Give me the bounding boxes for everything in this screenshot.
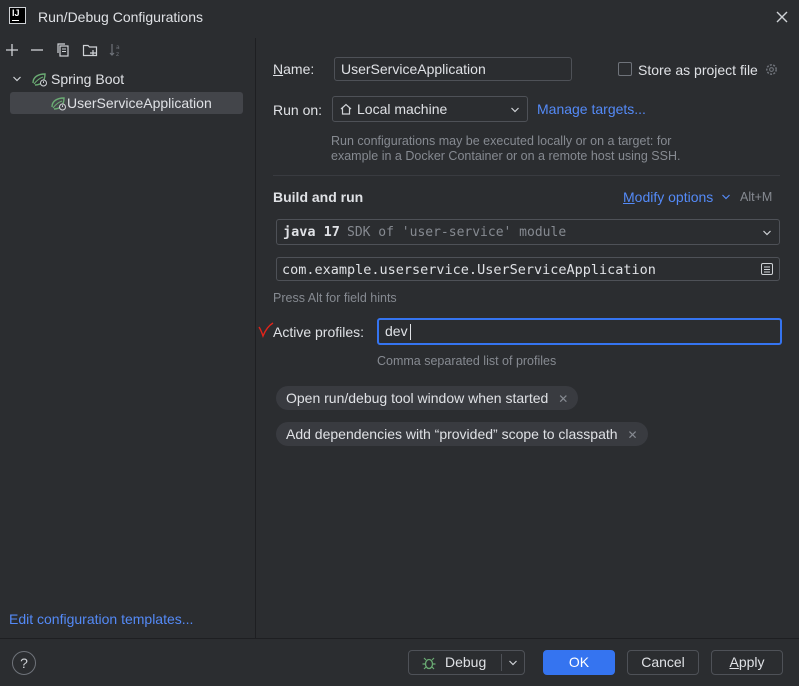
modify-options-link[interactable]: Modify options (623, 189, 713, 205)
tree-item-userserviceapplication[interactable]: UserServiceApplication (67, 92, 212, 114)
edit-configuration-templates-link[interactable]: Edit configuration templates... (9, 611, 193, 627)
cancel-button[interactable]: Cancel (627, 650, 699, 675)
new-folder-icon[interactable] (81, 42, 99, 58)
chip-label: Open run/debug tool window when started (286, 390, 549, 406)
debug-label: Debug (445, 654, 487, 670)
run-on-label: Run on: (273, 102, 323, 118)
chevron-down-icon[interactable] (721, 192, 731, 202)
ok-button[interactable]: OK (543, 650, 615, 675)
home-icon (340, 103, 352, 115)
jdk-dropdown[interactable]: java 17 SDK of 'user-service' module (276, 219, 780, 245)
debug-split-button[interactable]: Debug (408, 650, 525, 675)
text-cursor (410, 324, 411, 340)
option-chip-open-tool-window[interactable]: Open run/debug tool window when started ✕ (276, 386, 579, 410)
spring-boot-config-icon (51, 97, 66, 111)
split-divider (501, 654, 502, 671)
modify-options-shortcut: Alt+M (740, 190, 773, 204)
intellij-app-icon: IJ (9, 7, 26, 24)
main-class-value: com.example.userservice.UserServiceAppli… (282, 262, 656, 278)
remove-chip-icon[interactable]: ✕ (558, 392, 568, 406)
jdk-description: SDK of 'user-service' module (347, 225, 567, 240)
gear-icon[interactable] (764, 62, 779, 77)
build-and-run-title: Build and run (273, 189, 364, 205)
name-input[interactable]: UserServiceApplication (334, 57, 572, 81)
run-on-hint-line2: example in a Docker Container or on a re… (331, 149, 681, 163)
help-button[interactable]: ? (12, 651, 36, 675)
manage-targets-link[interactable]: Manage targets... (537, 101, 646, 117)
red-checkmark-annotation-icon (258, 322, 274, 338)
apply-button[interactable]: Apply (711, 650, 783, 675)
chip-label: Add dependencies with “provided” scope t… (286, 426, 618, 442)
active-profiles-hint: Comma separated list of profiles (377, 354, 557, 368)
sort-icon[interactable]: a z (107, 42, 125, 58)
active-profiles-label: Active profiles: (273, 324, 365, 340)
app-icon-text: IJ (12, 8, 20, 18)
option-chip-provided-scope[interactable]: Add dependencies with “provided” scope t… (276, 422, 648, 446)
store-as-project-file-checkbox[interactable] (618, 62, 632, 76)
svg-text:z: z (116, 51, 119, 58)
run-on-hint-line1: Run configurations may be executed local… (331, 134, 672, 148)
field-hints-text: Press Alt for field hints (273, 291, 397, 305)
close-icon[interactable] (774, 9, 790, 25)
active-profiles-input[interactable]: dev (377, 318, 782, 345)
window-title: Run/Debug Configurations (38, 9, 203, 25)
name-label: Name: (273, 61, 315, 77)
footer-separator (0, 638, 799, 639)
svg-text:a: a (116, 44, 120, 51)
remove-icon[interactable] (28, 42, 46, 58)
browse-class-icon[interactable] (760, 262, 774, 276)
bug-icon (422, 657, 436, 670)
chevron-down-icon (763, 230, 771, 236)
add-icon[interactable] (3, 42, 21, 58)
jdk-version: java 17 (283, 224, 340, 240)
title-bar: IJ Run/Debug Configurations (0, 0, 799, 34)
separator (273, 175, 780, 176)
copy-icon[interactable] (54, 42, 72, 58)
chevron-down-icon (511, 107, 519, 113)
remove-chip-icon[interactable]: ✕ (628, 428, 638, 442)
chevron-down-icon[interactable] (12, 74, 22, 84)
main-class-field[interactable]: com.example.userservice.UserServiceAppli… (276, 257, 780, 281)
tree-group-spring-boot[interactable]: Spring Boot (51, 68, 124, 90)
chevron-down-icon[interactable] (508, 658, 518, 668)
configurations-tree-panel (0, 38, 256, 638)
store-as-project-file-label[interactable]: Store as project file (638, 62, 758, 78)
active-profiles-value: dev (385, 323, 408, 339)
spring-boot-icon (32, 73, 47, 87)
run-on-value: Local machine (357, 101, 448, 117)
run-on-dropdown[interactable]: Local machine (332, 96, 528, 122)
